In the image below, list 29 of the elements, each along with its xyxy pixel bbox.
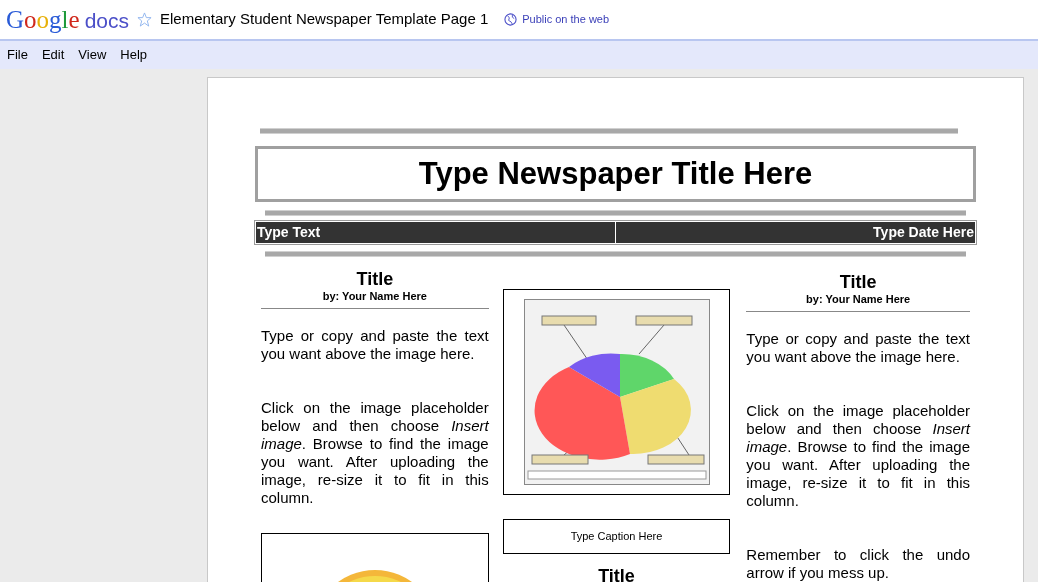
menu-item[interactable]: Help [115,45,153,65]
caption-box: Type Caption Here [502,519,731,554]
menu-item[interactable]: File [2,45,33,65]
byline: by: Your Name Here [261,289,489,309]
chart-label [541,315,596,326]
menu-item[interactable]: View [73,45,112,65]
info-bar-date: Type Date Here [872,223,975,242]
google-logo[interactable]: Google [6,7,80,32]
sharing-link[interactable]: Public on the web [522,11,610,28]
byline: by: Your Name Here [746,292,970,312]
globe-icon [504,13,518,26]
info-bar-text: Type Text [256,222,616,243]
document-title[interactable]: Elementary Student Newspaper Template Page 1 [160,8,489,31]
paragraph: Click on the image placeholder below and then choose Insert image. Browse to find the image you want. After uploading the image, re-size it to fit in this column. [746,402,970,510]
chart-label [647,454,704,465]
chart-label [635,315,692,326]
article-title: Title [838,272,878,292]
paragraph: Type or copy and paste the text you want above the image here. [746,330,970,366]
leader-line [638,324,664,355]
paragraph: Remember to click the undo arrow if you mess up. [746,546,970,582]
article-title: Title [355,269,395,289]
menu-item[interactable]: Edit [36,45,70,65]
paragraph: Click on the image placeholder below and then choose Insert image. Browse to find the image you want. After uploading the image, re-size it to fit in this column. [261,399,489,507]
chart-label [531,454,588,465]
newspaper-title-box: Type Newspaper Title Here [255,146,976,202]
star-icon[interactable] [137,12,152,27]
article-title: Title [597,565,636,582]
product-name[interactable]: docs [84,10,129,31]
paragraph: Type or copy and paste the text you want above the image here. [261,327,489,363]
